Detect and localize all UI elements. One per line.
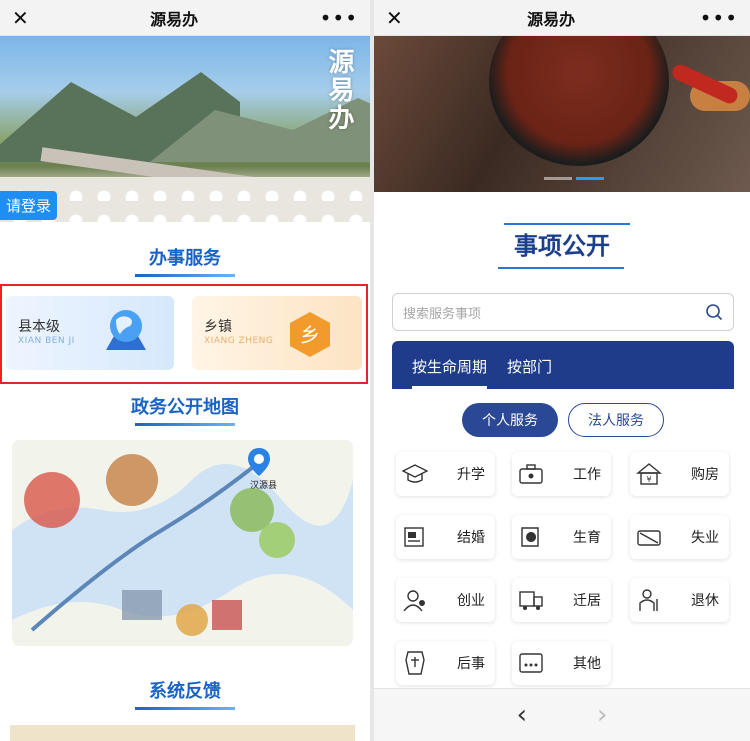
map-section-title: 政务公开地图 [0,393,370,426]
tab-lifecycle[interactable]: 按生命周期 [412,356,488,389]
map-illustration [12,440,353,646]
left-phone-screen: ✕ 源易办 ••• 源易办 请登录 办事服务 县本级 XIAN BEN JI 乡… [0,0,370,741]
search-input[interactable]: 搜索服务事项 [392,293,734,331]
card-title: 乡镇 [204,319,232,335]
county-level-card[interactable]: 县本级 XIAN BEN JI [6,296,174,370]
feedback-section-title: 系统反馈 [0,677,370,710]
globe-map-icon [106,310,146,350]
retirement-icon [639,589,658,611]
map-marker-label: 汉源县 [250,481,278,491]
search-placeholder: 搜索服务事项 [403,306,482,322]
service-item-childbirth[interactable]: 生育 [512,515,611,559]
service-item-retirement[interactable]: 退休 [630,578,729,622]
search-icon[interactable] [705,303,723,321]
page-title: 源易办 [527,9,576,29]
browser-nav-bar: ‹ › [374,688,750,741]
more-icon[interactable]: ••• [320,8,358,28]
house-icon: ¥ [636,463,662,485]
other-icon [519,653,543,673]
briefcase-icon [519,464,543,484]
service-item-other[interactable]: 其他 [512,641,611,685]
close-icon[interactable]: ✕ [12,8,29,28]
service-highlight-box: 县本级 XIAN BEN JI 乡镇 XIANG ZHENG 乡 [0,284,368,384]
moving-truck-icon [519,591,543,610]
service-item-education[interactable]: 升学 [396,452,495,496]
top-bar: ✕ 源易办 ••• [374,0,750,36]
category-tabs: 按生命周期 按部门 [392,341,734,389]
service-item-relocation[interactable]: 迁居 [512,578,611,622]
carousel-indicator [544,177,604,180]
login-button[interactable]: 请登录 [0,191,58,220]
entrepreneur-icon [403,590,425,612]
marriage-certificate-icon [404,527,424,547]
baby-icon [521,527,539,547]
card-title: 县本级 [18,319,60,335]
graduation-cap-icon [402,464,428,483]
page-title: 源易办 [150,9,199,29]
personal-service-button[interactable]: 个人服务 [462,403,558,437]
location-pin-icon [248,448,270,476]
funeral-icon [405,651,425,675]
service-item-entrepreneurship[interactable]: 创业 [396,578,495,622]
feedback-banner[interactable] [10,725,355,741]
svg-text:¥: ¥ [646,475,651,484]
close-icon[interactable]: ✕ [386,8,403,28]
service-item-marriage[interactable]: 结婚 [396,515,495,559]
service-item-unemployment[interactable]: 失业 [630,515,729,559]
banner-image: 源易办 请登录 [0,36,370,222]
notice-title: 事项公开 [514,232,610,260]
svg-text:乡: 乡 [300,323,320,347]
card-subtitle: XIANG ZHENG [204,336,274,346]
right-phone-screen: ✕ 源易办 ••• 事项公开 搜索服务事项 按生命周期 按部门 个人服务 法人服… [374,0,750,741]
legal-service-button[interactable]: 法人服务 [568,403,664,437]
service-item-work[interactable]: 工作 [512,452,611,496]
town-level-card[interactable]: 乡镇 XIANG ZHENG 乡 [192,296,362,370]
card-subtitle: XIAN BEN JI [18,336,75,346]
back-arrow-icon[interactable]: ‹ [517,700,527,730]
government-map[interactable]: 汉源县 [12,440,353,646]
banner-watermark: 源易办 [324,48,354,132]
banner-image [374,36,750,192]
town-hexagon-icon: 乡 [290,312,330,357]
forward-arrow-icon[interactable]: › [597,700,607,730]
service-item-housing[interactable]: ¥ 购房 [630,452,729,496]
tab-department[interactable]: 按部门 [507,356,552,389]
service-section-title: 办事服务 [0,244,370,277]
more-icon[interactable]: ••• [700,8,738,28]
top-bar: ✕ 源易办 ••• [0,0,370,36]
service-item-funeral[interactable]: 后事 [396,641,495,685]
unemployment-icon [637,530,661,546]
